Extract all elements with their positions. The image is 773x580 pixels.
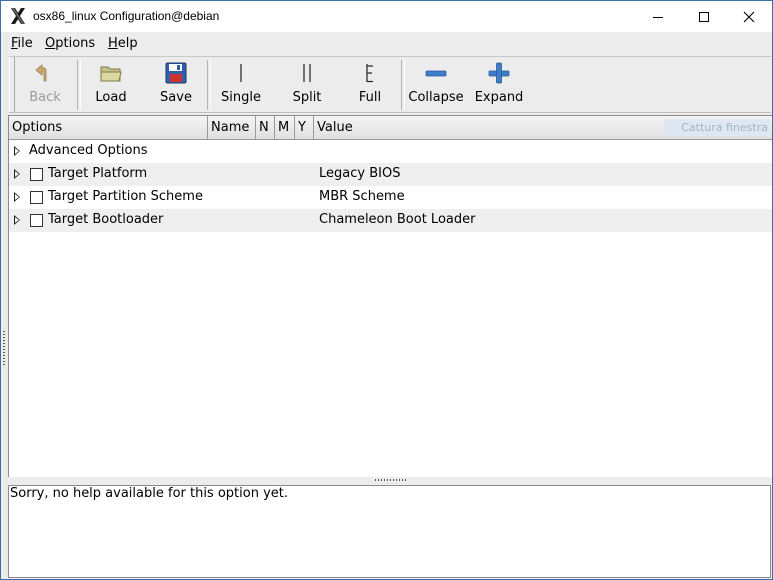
menu-options-mnemonic: O	[45, 36, 56, 51]
close-button[interactable]	[726, 1, 772, 32]
help-pane[interactable]: Sorry, no help available for this option…	[8, 485, 771, 578]
menu-options[interactable]: Options	[45, 36, 95, 51]
options-tree: Options Name N M Y Value Cattura finestr…	[8, 115, 772, 479]
single-label: Single	[221, 90, 261, 105]
row-label: Target Bootloader	[48, 212, 164, 227]
save-label: Save	[160, 90, 192, 105]
menu-help-mnemonic: H	[108, 36, 118, 51]
help-text: Sorry, no help available for this option…	[10, 486, 289, 501]
close-icon	[743, 11, 755, 22]
single-view-button[interactable]: Single	[217, 59, 265, 109]
menu-help[interactable]: Help	[108, 36, 138, 51]
plus-icon	[488, 62, 510, 84]
pane-splitter[interactable]	[8, 477, 772, 485]
expand-arrow-icon[interactable]	[14, 169, 20, 179]
app-window: osx86_linux Configuration@debian File Op…	[0, 0, 773, 580]
tree-header: Options Name N M Y Value Cattura finestr…	[9, 116, 772, 140]
row-value: Chameleon Boot Loader	[319, 212, 476, 227]
save-button[interactable]: Save	[154, 59, 198, 109]
column-header-m[interactable]: M	[275, 116, 295, 139]
back-label: Back	[29, 90, 61, 105]
menu-file[interactable]: File	[11, 36, 33, 51]
row-value: Legacy BIOS	[319, 166, 401, 181]
column-header-name[interactable]: Name	[208, 116, 256, 139]
full-tree-icon	[366, 64, 373, 83]
load-button[interactable]: Load	[89, 59, 133, 109]
split-label: Split	[292, 90, 322, 105]
row-label: Target Platform	[48, 166, 148, 181]
toolbar-separator	[401, 60, 405, 110]
title-bar[interactable]: osx86_linux Configuration@debian	[1, 1, 772, 32]
floppy-disk-icon	[165, 62, 187, 84]
x-logo-icon	[11, 8, 25, 24]
single-pane-icon	[240, 64, 242, 82]
full-view-button[interactable]: Full	[348, 59, 392, 109]
pane-grip-icon[interactable]	[3, 331, 6, 367]
folder-icon	[100, 66, 122, 82]
column-header-options[interactable]: Options	[9, 116, 208, 139]
splitter-grip-icon	[375, 479, 406, 481]
expand-arrow-icon[interactable]	[14, 192, 20, 202]
menu-help-label: elp	[117, 36, 138, 51]
tree-row[interactable]: Target Platform Legacy BIOS	[9, 163, 772, 186]
minimize-icon	[653, 16, 663, 18]
window-title: osx86_linux Configuration@debian	[33, 9, 220, 23]
row-label: Advanced Options	[29, 143, 148, 158]
tree-row[interactable]: Target Bootloader Chameleon Boot Loader	[9, 209, 772, 232]
collapse-button[interactable]: Collapse	[407, 59, 465, 109]
capture-window-button[interactable]: Cattura finestra	[664, 119, 770, 136]
back-button[interactable]: Back	[23, 59, 67, 109]
expand-arrow-icon[interactable]	[14, 146, 20, 156]
full-label: Full	[358, 90, 382, 105]
menu-options-label: ptions	[55, 36, 96, 51]
split-view-button[interactable]: Split	[285, 59, 329, 109]
toolbar: Back Load Save Single Split Full Collaps…	[9, 56, 771, 113]
row-label: Target Partition Scheme	[48, 189, 203, 204]
menu-file-label: ile	[17, 36, 33, 51]
option-checkbox[interactable]	[30, 214, 43, 227]
row-value: MBR Scheme	[319, 189, 405, 204]
load-label: Load	[95, 90, 127, 105]
column-header-n[interactable]: N	[256, 116, 275, 139]
expand-arrow-icon[interactable]	[14, 215, 20, 225]
back-arrow-icon	[35, 64, 47, 82]
tree-row[interactable]: Advanced Options	[9, 140, 772, 163]
toolbar-separator	[207, 60, 211, 110]
expand-button[interactable]: Expand	[473, 59, 525, 109]
option-checkbox[interactable]	[30, 191, 43, 204]
option-checkbox[interactable]	[30, 168, 43, 181]
minimize-button[interactable]	[635, 1, 681, 32]
maximize-icon	[699, 11, 709, 22]
toolbar-separator	[77, 60, 81, 110]
column-header-y[interactable]: Y	[295, 116, 314, 139]
maximize-button[interactable]	[681, 1, 727, 32]
menu-bar: File Options Help	[1, 32, 772, 55]
expand-label: Expand	[474, 90, 524, 105]
split-pane-icon	[303, 64, 311, 82]
tree-row[interactable]: Target Partition Scheme MBR Scheme	[9, 186, 772, 209]
collapse-label: Collapse	[408, 90, 464, 105]
toolbar-grip[interactable]	[9, 57, 15, 112]
minus-icon	[425, 70, 447, 77]
